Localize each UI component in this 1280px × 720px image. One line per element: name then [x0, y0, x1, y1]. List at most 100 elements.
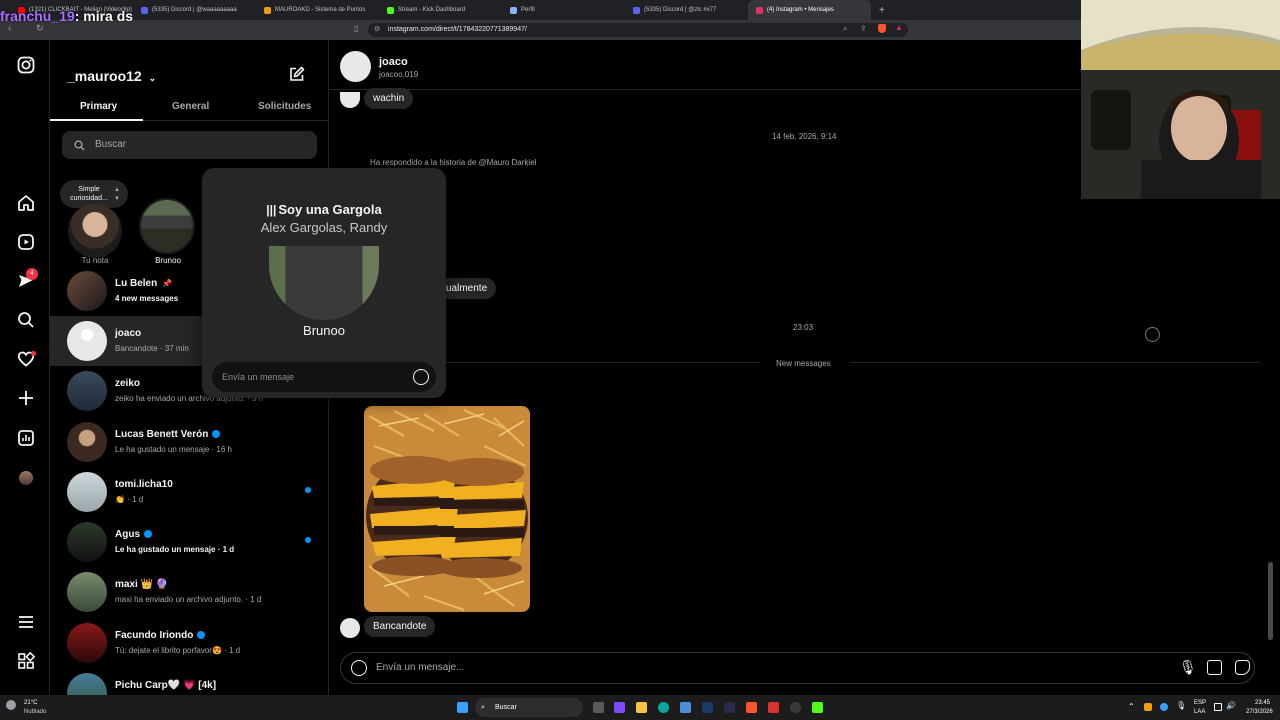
app-red-icon[interactable] [768, 702, 779, 713]
kick-icon[interactable] [812, 702, 823, 713]
network-icon[interactable] [1214, 703, 1222, 711]
new-messages-line-right [850, 362, 1260, 363]
tray-wifi-icon[interactable] [1160, 703, 1168, 711]
stream-chat-overlay: franchu_19: mira ds [0, 8, 133, 24]
taskbar-search[interactable]: ⌕ Buscar [475, 698, 583, 717]
shared-photo[interactable] [364, 406, 530, 612]
unread-dot [305, 537, 311, 543]
microphone-icon[interactable]: 🎙 [1179, 652, 1197, 682]
emoji-icon[interactable] [413, 369, 429, 385]
tab-general[interactable]: General [172, 101, 209, 112]
tab-primary[interactable]: Primary [80, 101, 117, 112]
verified-badge-icon [144, 530, 152, 539]
tab-label: Perfil [521, 7, 535, 13]
apps-grid-icon[interactable] [16, 651, 36, 672]
note-popup-avatar[interactable] [269, 246, 379, 320]
language-2[interactable]: LAA [1194, 709, 1205, 715]
compose-icon[interactable] [288, 66, 305, 88]
clock-date[interactable]: 27/3/2026 [1246, 709, 1273, 715]
conversation-agus[interactable]: Agus Le ha gustado un mensaje · 1 d [50, 517, 328, 567]
copilot-icon[interactable] [614, 702, 625, 713]
notifications-heart-icon[interactable] [16, 350, 36, 370]
browser-tab[interactable]: (5335) Discord | @waaaaaaaaa [133, 0, 256, 20]
search-input[interactable]: Buscar [62, 131, 317, 159]
avatar [67, 572, 107, 612]
tab-requests[interactable]: Solicitudes [258, 101, 311, 112]
create-icon[interactable] [16, 389, 36, 409]
message-bubble[interactable]: Bancandote [364, 616, 436, 637]
file-explorer-icon[interactable] [636, 702, 647, 713]
message-input-placeholder: Envía un mensaje... [376, 662, 465, 673]
profile-avatar-icon[interactable] [16, 468, 36, 488]
brave-shield-icon[interactable] [878, 24, 886, 33]
browser-tab[interactable]: (4) Instagram • Mensajes [748, 0, 871, 20]
search-icon[interactable] [16, 311, 36, 331]
home-icon[interactable] [16, 194, 36, 214]
sticker-icon[interactable] [1235, 660, 1250, 675]
new-tab-icon[interactable]: + [879, 5, 885, 16]
time-separator: 23:03 [793, 323, 814, 332]
image-icon[interactable] [1207, 660, 1222, 675]
avatar [67, 371, 107, 411]
conversation-pichu[interactable]: Pichu Carp🤍 💗 [4k] [50, 668, 328, 695]
my-note-label: Tu nota [81, 256, 109, 265]
clock-time[interactable]: 23:45 [1255, 700, 1270, 706]
app-fe-icon[interactable] [702, 702, 713, 713]
conversation-lucas[interactable]: Lucas Benett Verón Le ha gustado un mens… [50, 417, 328, 467]
chat-avatar[interactable] [340, 51, 371, 82]
zoom-icon[interactable]: ⌕ [843, 24, 847, 34]
menu-icon[interactable] [16, 613, 36, 633]
brave-icon[interactable] [746, 702, 757, 713]
conversation-name-wrap: Facundo Iriondo [115, 630, 206, 641]
steam-icon[interactable] [790, 702, 801, 713]
webcam-overlay [1081, 0, 1280, 199]
language-1[interactable]: ESP [1194, 700, 1206, 706]
browser-tab[interactable]: Perfil [502, 0, 625, 20]
conversation-name-wrap: Lucas Benett Verón [115, 429, 221, 440]
tab-label: (5335) Discord | @waaaaaaaaa [152, 7, 237, 13]
conversation-preview: maxi ha enviado un archivo adjunto. · 1 … [115, 595, 262, 604]
tray-apps-icon[interactable] [1144, 703, 1152, 711]
note-reply-input[interactable]: Envía un mensaje [212, 362, 436, 392]
note-scroll-icon: ▲ ▼ [114, 187, 120, 202]
windows-start-icon[interactable] [457, 702, 468, 713]
browser-tab[interactable]: MAUROAKD - Sistema de Puntos [256, 0, 379, 20]
share-icon[interactable]: ⇪ [860, 24, 867, 33]
tab-favicon-icon [633, 6, 640, 14]
message-input[interactable]: Envía un mensaje... 🎙 [340, 652, 1255, 684]
conversation-name: Facundo Iriondo [115, 630, 194, 641]
bookmark-icon[interactable]: ▯ [354, 24, 358, 33]
store-icon[interactable] [680, 702, 691, 713]
scrollbar[interactable] [1268, 562, 1273, 640]
app-mm-icon[interactable] [724, 702, 735, 713]
brunoo-note-avatar[interactable] [139, 198, 195, 254]
conversation-tomi[interactable]: tomi.licha10 👏 · 1 d [50, 467, 328, 517]
tray-chevron-icon[interactable]: ⌃ [1128, 702, 1135, 711]
site-info-icon[interactable]: ⚙ [374, 23, 380, 37]
avatar [67, 522, 107, 562]
volume-icon[interactable]: 🔊 [1226, 701, 1236, 710]
instagram-logo-icon[interactable] [16, 56, 36, 76]
my-note-avatar[interactable] [68, 204, 122, 258]
brave-rewards-icon[interactable]: ▲ [895, 23, 903, 32]
reels-icon[interactable] [16, 233, 36, 253]
conversation-name: Pichu Carp🤍 💗 [4k] [115, 680, 217, 691]
tray-mic-icon[interactable]: 🎙 [1176, 701, 1186, 710]
edge-icon[interactable] [658, 702, 669, 713]
avatar [67, 673, 107, 695]
conversation-name-wrap: Lu Belen 📌 [115, 278, 172, 289]
task-view-icon[interactable] [593, 702, 604, 713]
conversation-preview: 👏 · 1 d [115, 495, 144, 504]
messages-icon[interactable]: 4 [16, 268, 38, 292]
message-bubble[interactable]: wachin [364, 88, 414, 109]
conversation-maxi[interactable]: maxi 👑 🔮 maxi ha enviado un archivo adju… [50, 567, 328, 617]
back-icon[interactable]: ‹ [8, 23, 11, 34]
browser-tab[interactable]: (5335) Discord | @zlc #x77 [625, 0, 748, 20]
account-switcher[interactable]: _mauroo12 ⌄ [67, 68, 156, 84]
dashboard-icon[interactable] [16, 429, 36, 449]
browser-tab[interactable]: Stream - Kick Dashboard [379, 0, 502, 20]
url-field[interactable]: ⚙ instagram.com/direct/t/178432207713899… [368, 23, 908, 37]
emoji-icon[interactable] [351, 660, 367, 676]
reload-icon[interactable]: ↻ [36, 23, 44, 34]
conversation-facundo[interactable]: Facundo Iriondo Tú: dejate el librito po… [50, 618, 328, 668]
